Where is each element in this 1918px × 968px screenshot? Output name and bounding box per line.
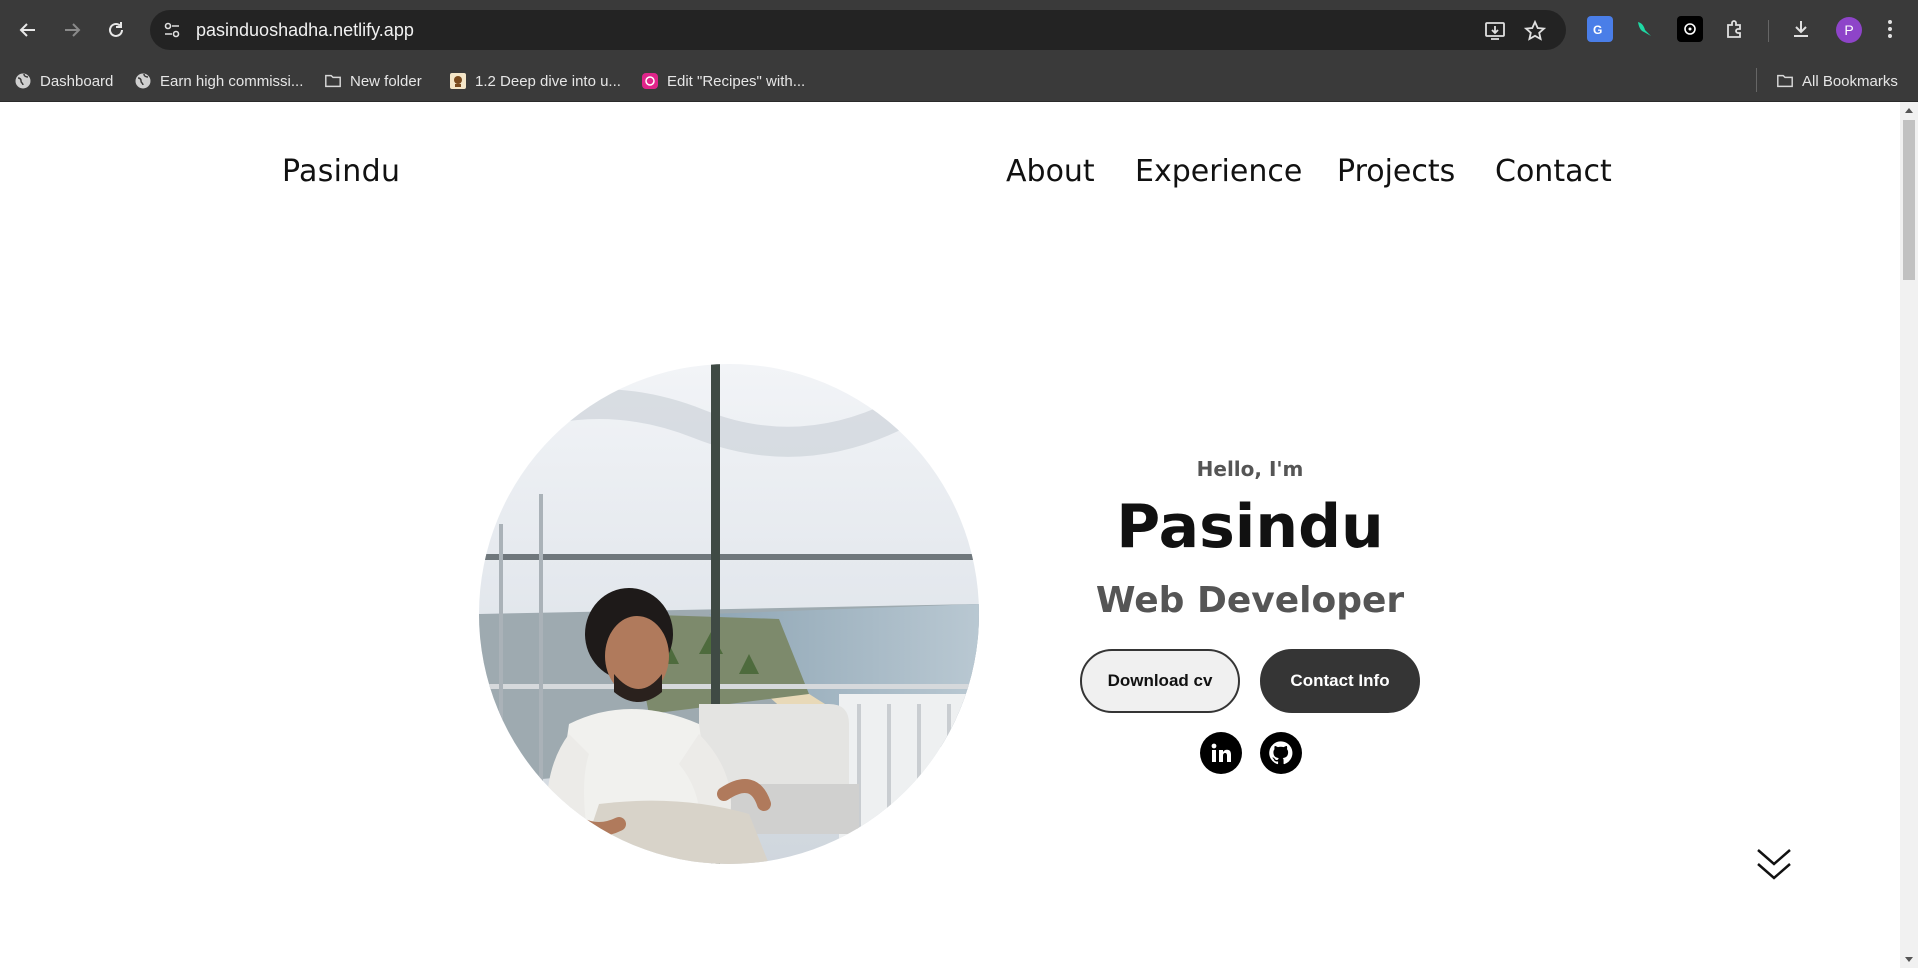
bookmarks-divider (1756, 68, 1757, 92)
address-bar[interactable]: pasinduoshadha.netlify.app (150, 10, 1566, 50)
hero-name: Pasindu (1116, 492, 1384, 562)
scrollbar-thumb[interactable] (1903, 120, 1915, 280)
site-settings-icon[interactable] (160, 18, 184, 42)
site-logo[interactable]: Pasindu (282, 154, 400, 189)
bookmarks-bar: Dashboard Earn high commissi... New fold… (0, 60, 1918, 102)
bookmark-earn-high-commission[interactable]: Earn high commissi... (134, 70, 303, 92)
url-text[interactable]: pasinduoshadha.netlify.app (196, 20, 414, 41)
bookmark-deep-dive[interactable]: 1.2 Deep dive into u... (449, 70, 621, 92)
nav-about[interactable]: About (1006, 154, 1095, 189)
scroll-down-icon[interactable] (1905, 957, 1913, 962)
scroll-up-icon[interactable] (1905, 108, 1913, 113)
contact-info-button[interactable]: Contact Info (1260, 649, 1420, 713)
reload-icon (109, 22, 123, 37)
bookmark-dashboard[interactable]: Dashboard (14, 70, 113, 92)
bookmark-star-icon[interactable] (1522, 18, 1548, 44)
reload-button[interactable] (100, 14, 132, 46)
download-cv-button[interactable]: Download cv (1080, 649, 1240, 713)
all-bookmarks-button[interactable]: All Bookmarks (1776, 70, 1898, 92)
folder-icon (324, 72, 342, 90)
hero-role: Web Developer (1095, 580, 1405, 621)
nav-experience[interactable]: Experience (1135, 154, 1302, 189)
bookmark-new-folder[interactable]: New folder (324, 70, 422, 92)
globe-icon (134, 72, 152, 90)
page-scrollbar[interactable] (1900, 102, 1918, 968)
forward-button[interactable] (56, 14, 88, 46)
forward-arrow-icon (65, 23, 81, 37)
hero-greeting: Hello, I'm (1196, 457, 1304, 481)
downloads-icon[interactable] (1788, 16, 1814, 42)
bookmark-edit-recipes[interactable]: Edit "Recipes" with... (641, 70, 805, 92)
profile-photo (479, 364, 979, 864)
toolbar-divider (1768, 20, 1769, 42)
globe-icon (14, 72, 32, 90)
browser-menu-icon[interactable] (1880, 16, 1900, 42)
browser-toolbar: pasinduoshadha.netlify.app G P (0, 0, 1918, 60)
nav-contact[interactable]: Contact (1495, 154, 1612, 189)
scroll-down-arrow-icon[interactable] (1754, 846, 1794, 882)
hummingbird-extension-icon[interactable] (1632, 16, 1658, 42)
folder-icon (1776, 72, 1794, 90)
page-viewport: Pasindu About Experience Projects Contac… (0, 102, 1900, 968)
svg-text:G: G (1593, 23, 1602, 37)
extension-icon-dark[interactable] (1677, 16, 1703, 42)
nav-projects[interactable]: Projects (1337, 154, 1455, 189)
linkedin-icon[interactable] (1200, 732, 1242, 774)
back-arrow-icon (19, 23, 35, 37)
site-favicon-icon (641, 72, 659, 90)
extensions-puzzle-icon[interactable] (1722, 16, 1748, 42)
site-favicon-icon (449, 72, 467, 90)
translate-extension-icon[interactable]: G (1587, 16, 1613, 42)
back-button[interactable] (12, 14, 44, 46)
profile-avatar[interactable]: P (1836, 17, 1862, 43)
install-app-icon[interactable] (1482, 18, 1508, 44)
github-icon[interactable] (1260, 732, 1302, 774)
